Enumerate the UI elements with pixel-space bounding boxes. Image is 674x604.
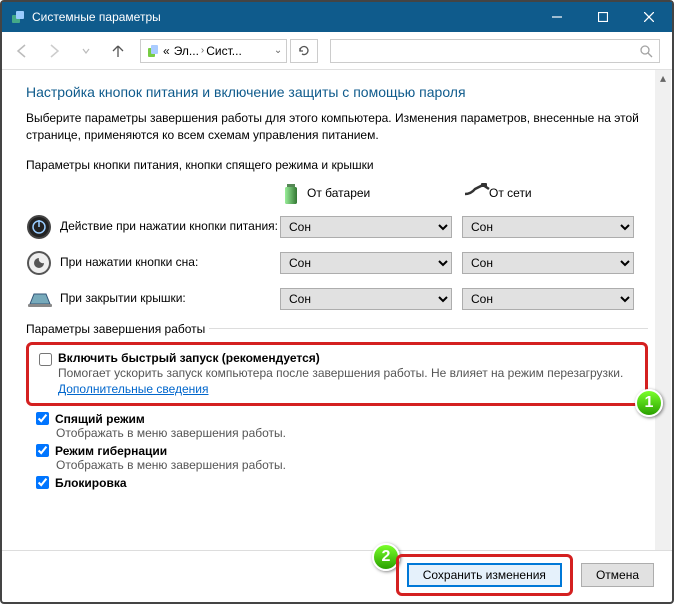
sleep-icon bbox=[26, 250, 52, 276]
save-highlight: Сохранить изменения bbox=[396, 554, 573, 596]
page-description: Выберите параметры завершения работы для… bbox=[26, 110, 648, 144]
plug-icon bbox=[463, 180, 483, 206]
sleep-desc: Отображать в меню завершения работы. bbox=[56, 426, 648, 440]
scrollbar[interactable]: ▴ bbox=[655, 70, 671, 550]
dropdown-history[interactable] bbox=[72, 37, 100, 65]
battery-icon bbox=[281, 180, 301, 206]
fastboot-link[interactable]: Дополнительные сведения bbox=[58, 382, 208, 396]
fastboot-highlight: Включить быстрый запуск (рекомендуется) … bbox=[26, 342, 648, 406]
row-lid-label: При закрытии крышки: bbox=[60, 291, 280, 305]
fastboot-label: Включить быстрый запуск (рекомендуется) bbox=[58, 351, 635, 365]
up-button[interactable] bbox=[104, 37, 132, 65]
sleep-ac-select[interactable]: Сон bbox=[462, 252, 634, 274]
lock-label: Блокировка bbox=[55, 476, 127, 490]
fastboot-checkbox[interactable] bbox=[39, 353, 52, 366]
column-ac: От сети bbox=[489, 186, 532, 200]
window-title: Системные параметры bbox=[32, 10, 534, 24]
back-button[interactable] bbox=[8, 37, 36, 65]
sleep-battery-select[interactable]: Сон bbox=[280, 252, 452, 274]
power-ac-select[interactable]: Сон bbox=[462, 216, 634, 238]
minimize-button[interactable] bbox=[534, 2, 580, 32]
lid-ac-select[interactable]: Сон bbox=[462, 288, 634, 310]
maximize-button[interactable] bbox=[580, 2, 626, 32]
search-icon bbox=[639, 44, 653, 58]
forward-button[interactable] bbox=[40, 37, 68, 65]
column-battery: От батареи bbox=[307, 186, 370, 200]
hibernate-checkbox[interactable] bbox=[36, 444, 49, 457]
cancel-button[interactable]: Отмена bbox=[581, 563, 654, 587]
app-icon bbox=[10, 9, 26, 25]
breadcrumb-item[interactable]: Сист... bbox=[204, 44, 244, 58]
fastboot-desc: Помогает ускорить запуск компьютера посл… bbox=[58, 366, 623, 380]
power-icon bbox=[26, 214, 52, 240]
scroll-up-icon[interactable]: ▴ bbox=[655, 70, 671, 86]
breadcrumb-item[interactable]: Эл... bbox=[172, 44, 201, 58]
close-button[interactable] bbox=[626, 2, 672, 32]
sleep-label: Спящий режим bbox=[55, 412, 145, 426]
row-sleep-label: При нажатии кнопки сна: bbox=[60, 255, 280, 269]
hibernate-label: Режим гибернации bbox=[55, 444, 167, 458]
row-power-label: Действие при нажатии кнопки питания: bbox=[60, 219, 280, 233]
breadcrumb[interactable]: « Эл... › Сист... ⌄ bbox=[140, 39, 287, 63]
search-input[interactable] bbox=[330, 39, 660, 63]
lid-battery-select[interactable]: Сон bbox=[280, 288, 452, 310]
save-button[interactable]: Сохранить изменения bbox=[407, 563, 562, 587]
section-title-buttons: Параметры кнопки питания, кнопки спящего… bbox=[26, 158, 648, 172]
page-title: Настройка кнопок питания и включение защ… bbox=[26, 84, 648, 100]
power-battery-select[interactable]: Сон bbox=[280, 216, 452, 238]
hibernate-desc: Отображать в меню завершения работы. bbox=[56, 458, 648, 472]
lock-checkbox[interactable] bbox=[36, 476, 49, 489]
lid-icon bbox=[26, 286, 52, 312]
refresh-button[interactable] bbox=[290, 39, 318, 63]
sleep-checkbox[interactable] bbox=[36, 412, 49, 425]
badge-1: 1 bbox=[635, 389, 663, 417]
shutdown-section-title: Параметры завершения работы bbox=[26, 322, 205, 336]
